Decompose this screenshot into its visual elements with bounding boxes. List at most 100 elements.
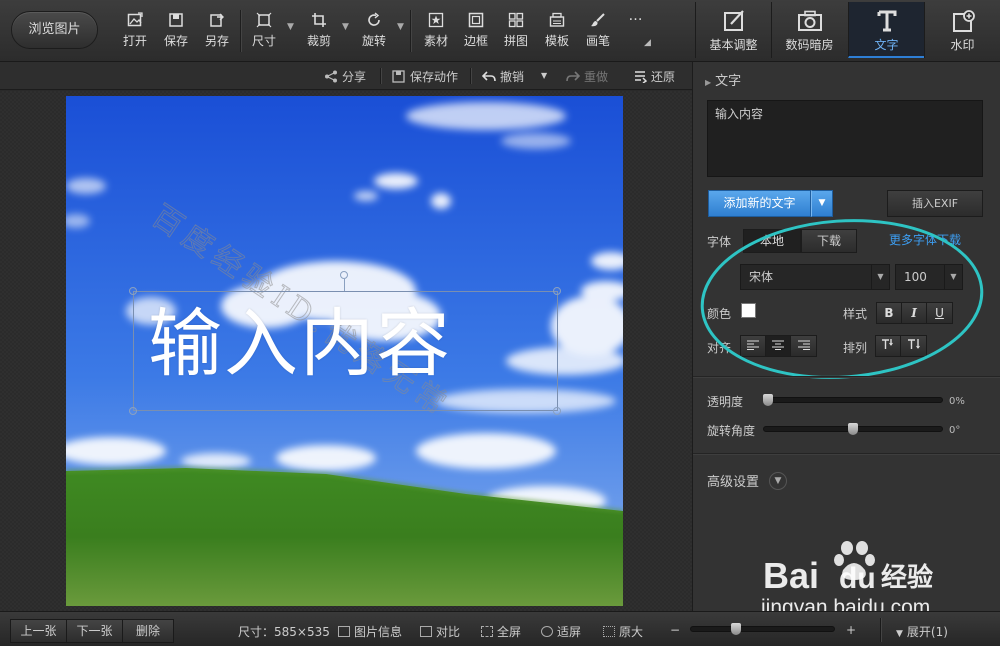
chevron-down-icon: ▼ — [871, 265, 889, 289]
tab-darkroom[interactable]: 数码暗房 — [771, 2, 847, 58]
horizontal-text-icon — [882, 339, 893, 349]
collage-label: 拼图 — [503, 34, 528, 48]
redo-icon — [566, 70, 581, 83]
subbar-divider — [380, 68, 381, 84]
zoom-in-button[interactable]: + — [846, 623, 856, 637]
chevron-down-icon[interactable]: ▼ — [769, 472, 787, 490]
open-button[interactable]: 打开 — [117, 12, 153, 56]
color-swatch[interactable] — [741, 303, 756, 318]
more-tools-expand-icon[interactable]: ◢ — [644, 38, 651, 48]
compare-icon — [420, 626, 432, 637]
zoom-slider-thumb[interactable] — [731, 623, 741, 635]
tab-text[interactable]: 文字 — [848, 2, 924, 58]
collage-icon — [508, 12, 524, 28]
zoom-slider[interactable] — [690, 626, 835, 632]
restore-label: 还原 — [651, 70, 676, 84]
text-content-input[interactable]: 输入内容 — [707, 100, 983, 177]
rotate-button[interactable]: 旋转 — [356, 12, 392, 56]
vertical-text-button[interactable] — [901, 336, 926, 356]
image-info-icon — [338, 626, 350, 637]
tab-watermark[interactable]: 水印 — [924, 2, 1000, 58]
underline-button[interactable]: U — [927, 303, 952, 323]
insert-exif-button[interactable]: 插入EXIF — [887, 190, 983, 217]
zoom-out-button[interactable]: − — [670, 623, 680, 637]
prev-image-button[interactable]: 上一张 — [10, 619, 67, 643]
collage-button[interactable]: 拼图 — [498, 12, 534, 56]
crop-dropdown-arrow[interactable]: ▼ — [342, 22, 349, 32]
fullscreen-label: 全屏 — [497, 625, 522, 639]
opacity-slider-thumb[interactable] — [763, 394, 773, 406]
font-source-local-tab[interactable]: 本地 — [743, 229, 801, 253]
restore-button[interactable]: 还原 — [633, 68, 675, 85]
resize-dropdown-arrow[interactable]: ▼ — [287, 22, 294, 32]
align-left-button[interactable] — [741, 336, 766, 356]
actual-size-button[interactable]: 原大 — [603, 623, 643, 640]
resize-handle-top-right[interactable] — [553, 287, 561, 295]
tab-darkroom-label: 数码暗房 — [785, 38, 834, 52]
add-text-button[interactable]: 添加新的文字 — [708, 190, 811, 217]
opacity-slider[interactable] — [763, 397, 943, 403]
vertical-text-icon — [907, 339, 920, 349]
compare-button[interactable]: 对比 — [420, 623, 460, 640]
rotate-dropdown-arrow[interactable]: ▼ — [397, 22, 404, 32]
style-button-group: B I U — [876, 302, 953, 324]
next-image-button[interactable]: 下一张 — [66, 619, 123, 643]
fullscreen-button[interactable]: 全屏 — [481, 623, 521, 640]
opacity-value: 0% — [949, 396, 965, 407]
add-text-dropdown[interactable]: ▼ — [811, 190, 833, 217]
undo-icon — [481, 70, 496, 83]
align-center-icon — [772, 340, 784, 350]
resize-handle-bottom-right[interactable] — [553, 407, 561, 415]
tab-basic-adjust[interactable]: 基本调整 — [695, 2, 771, 58]
image-info-button[interactable]: 图片信息 — [338, 623, 402, 640]
align-label: 对齐 — [707, 341, 732, 355]
arrange-button-group — [875, 335, 927, 357]
fit-screen-button[interactable]: 适屏 — [541, 623, 581, 640]
save-button[interactable]: 保存 — [158, 12, 194, 56]
overlay-text[interactable]: 输入内容 — [148, 289, 548, 399]
save-as-button[interactable]: 另存 — [199, 12, 235, 56]
horizontal-text-button[interactable] — [876, 336, 901, 356]
resize-handle-bottom-left[interactable] — [129, 407, 137, 415]
save-label: 保存 — [163, 34, 188, 48]
share-button[interactable]: 分享 — [324, 68, 366, 85]
rotation-slider-thumb[interactable] — [848, 423, 858, 435]
template-button[interactable]: 模板 — [539, 12, 575, 56]
bold-button[interactable]: B — [877, 303, 902, 323]
watermark-icon — [949, 8, 977, 34]
save-action-label: 保存动作 — [410, 70, 459, 84]
align-right-button[interactable] — [791, 336, 816, 356]
panel-header: ▶ 文字 — [705, 70, 741, 89]
rotate-handle[interactable] — [340, 271, 348, 279]
action-bar: 分享 保存动作 撤销 ▼ 重做 还原 — [0, 62, 692, 90]
more-fonts-link[interactable]: 更多字体下载 — [889, 231, 961, 248]
material-button[interactable]: 素材 — [418, 12, 454, 56]
brush-button[interactable]: 画笔 — [580, 12, 616, 56]
browse-images-button[interactable]: 浏览图片 — [11, 11, 98, 49]
redo-button[interactable]: 重做 — [566, 68, 608, 85]
opacity-label: 透明度 — [707, 395, 744, 409]
align-center-button[interactable] — [766, 336, 791, 356]
font-source-download-tab[interactable]: 下载 — [801, 229, 857, 253]
color-label: 颜色 — [707, 307, 732, 321]
italic-button[interactable]: I — [902, 303, 927, 323]
font-select[interactable]: 宋体 ▼ — [740, 264, 890, 290]
redo-label: 重做 — [584, 70, 609, 84]
advanced-settings-label[interactable]: 高级设置 — [707, 471, 759, 490]
save-action-button[interactable]: 保存动作 — [392, 68, 458, 85]
crop-label: 裁剪 — [306, 34, 331, 48]
collapse-triangle-icon: ▶ — [705, 78, 712, 87]
frame-button[interactable]: 边框 — [458, 12, 494, 56]
font-size-value: 100 — [904, 270, 927, 284]
font-size-select[interactable]: 100 ▼ — [895, 264, 963, 290]
undo-button[interactable]: 撤销 — [481, 68, 524, 85]
tab-basic-adjust-label: 基本调整 — [709, 38, 758, 52]
camera-icon — [796, 8, 824, 34]
resize-button[interactable]: 尺寸 — [246, 12, 282, 56]
undo-dropdown-arrow[interactable]: ▼ — [541, 71, 547, 80]
resize-handle-top-left[interactable] — [129, 287, 137, 295]
crop-button[interactable]: 裁剪 — [301, 12, 337, 56]
brush-icon — [590, 12, 606, 28]
expand-filmstrip-button[interactable]: ▼ 展开(1) — [896, 623, 948, 640]
delete-image-button[interactable]: 删除 — [122, 619, 174, 643]
